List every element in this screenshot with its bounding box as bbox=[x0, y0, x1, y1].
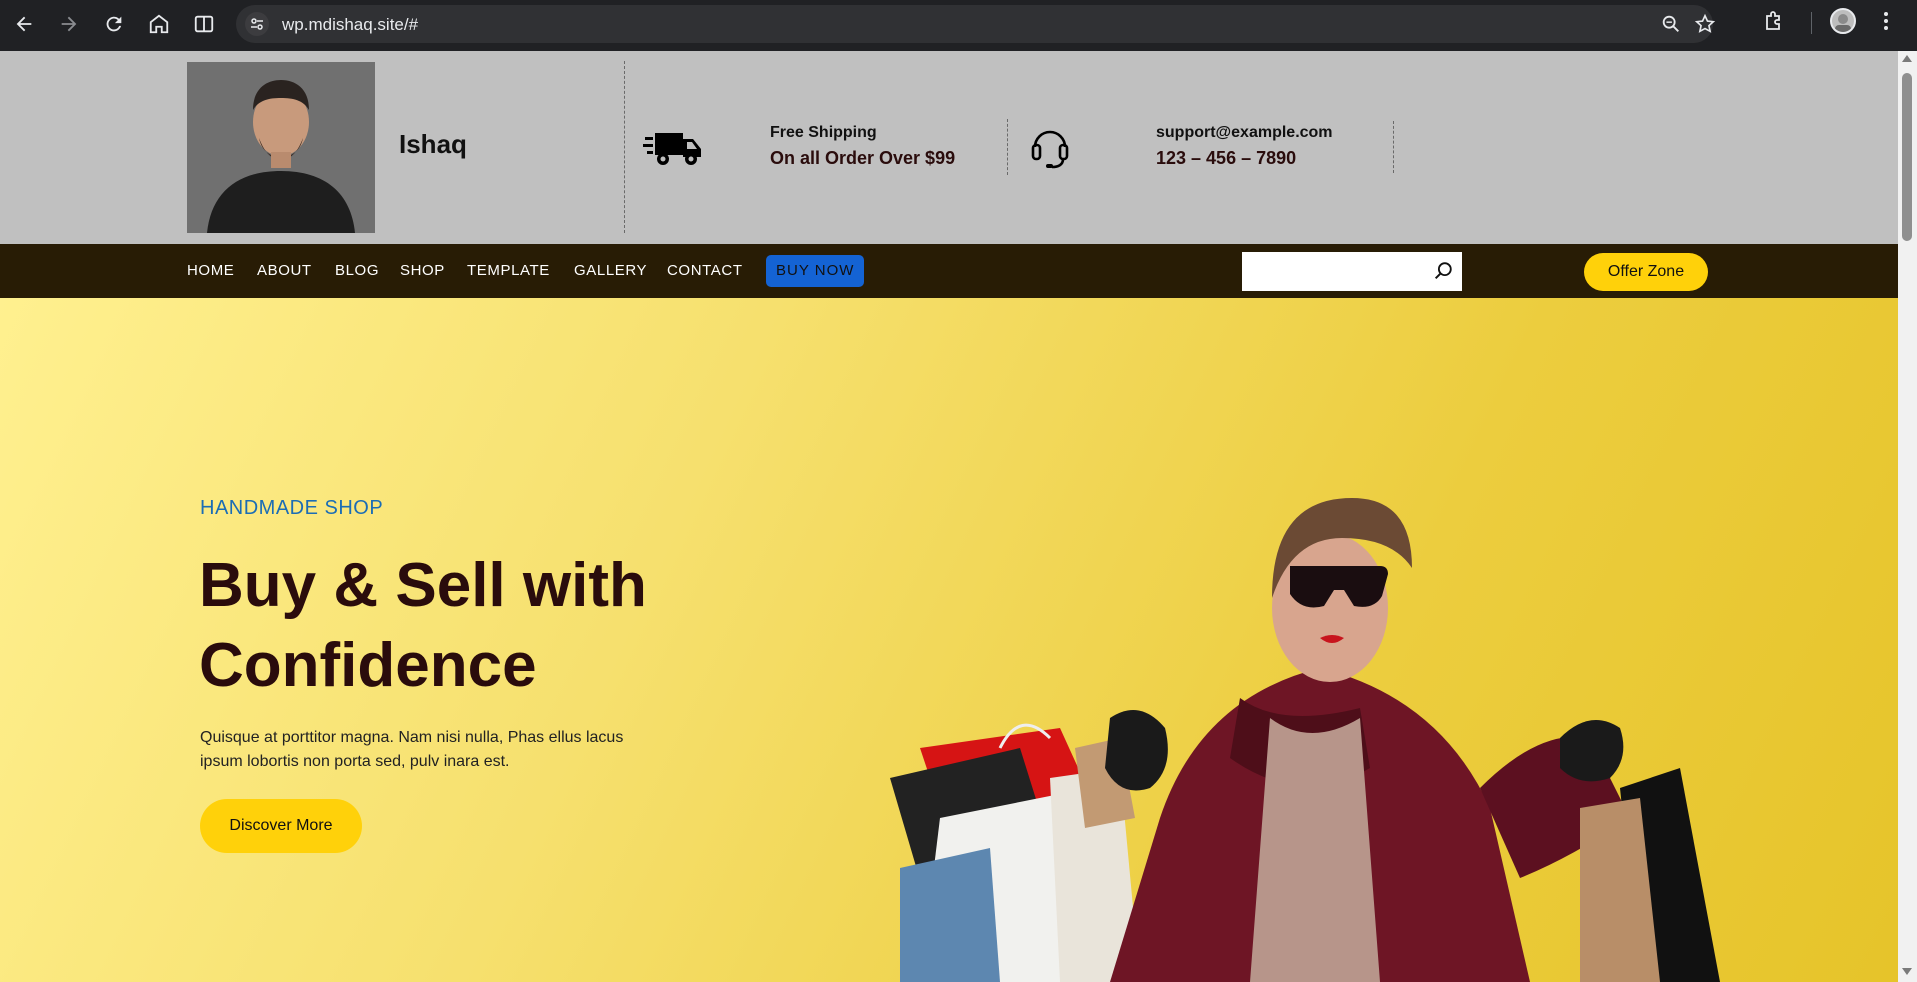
nav-blog[interactable]: BLOG bbox=[335, 262, 379, 279]
search-box bbox=[1242, 252, 1462, 291]
divider-line bbox=[1007, 119, 1008, 175]
reload-icon[interactable] bbox=[99, 9, 129, 39]
support-phone[interactable]: 123 – 456 – 7890 bbox=[1156, 148, 1296, 169]
hero-paragraph: Quisque at porttitor magna. Nam nisi nul… bbox=[200, 729, 624, 770]
search-input[interactable] bbox=[1248, 258, 1418, 284]
profile-avatar[interactable] bbox=[1830, 8, 1856, 34]
shopping-woman-image bbox=[880, 488, 1898, 982]
hero-kicker: HANDMADE SHOP bbox=[200, 497, 384, 519]
nav-home[interactable]: HOME bbox=[187, 262, 234, 279]
forward-icon[interactable] bbox=[54, 9, 84, 39]
search-icon[interactable] bbox=[1432, 260, 1454, 287]
nav-contact[interactable]: CONTACT bbox=[667, 262, 743, 279]
shipping-subtitle: On all Order Over $99 bbox=[770, 148, 956, 168]
zoom-icon[interactable] bbox=[1660, 13, 1682, 40]
divider-line bbox=[1393, 121, 1394, 173]
scroll-thumb[interactable] bbox=[1902, 73, 1912, 241]
home-icon[interactable] bbox=[144, 9, 174, 39]
nav-gallery[interactable]: GALLERY bbox=[574, 262, 647, 279]
toolbar-divider bbox=[1811, 12, 1812, 34]
brand-name[interactable]: Ishaq bbox=[399, 129, 467, 160]
extensions-icon[interactable] bbox=[1762, 9, 1786, 38]
address-bar[interactable]: wp.mdishaq.site/# bbox=[236, 5, 1716, 43]
support-email[interactable]: support@example.com bbox=[1156, 124, 1333, 142]
hero-section: HANDMADE SHOP Buy & Sell with Confidence… bbox=[0, 298, 1898, 982]
nav-template[interactable]: TEMPLATE bbox=[467, 262, 550, 279]
shipping-title: Free Shipping bbox=[770, 124, 877, 141]
site-info-icon[interactable] bbox=[245, 12, 269, 36]
buy-now-button[interactable]: BUY NOW bbox=[766, 255, 865, 287]
scroll-down-arrow[interactable] bbox=[1902, 968, 1912, 975]
profile-photo bbox=[187, 62, 375, 233]
back-icon[interactable] bbox=[9, 9, 39, 39]
hero-headline: Buy & Sell with Confidence bbox=[199, 551, 647, 700]
truck-icon bbox=[643, 127, 703, 174]
discover-more-button[interactable]: Discover More bbox=[200, 799, 362, 853]
star-icon[interactable] bbox=[1694, 13, 1716, 40]
offer-zone-button[interactable]: Offer Zone bbox=[1584, 253, 1708, 291]
divider-line bbox=[624, 61, 625, 233]
reading-mode-icon[interactable] bbox=[189, 9, 219, 39]
site-header: Ishaq Free Shipping On all Order Over $9… bbox=[0, 51, 1898, 244]
main-nav: HOME ABOUT BLOG SHOP TEMPLATE GALLERY CO… bbox=[0, 244, 1898, 298]
nav-about[interactable]: ABOUT bbox=[257, 262, 312, 279]
more-menu-icon[interactable] bbox=[1876, 9, 1896, 38]
page-scrollbar[interactable] bbox=[1898, 51, 1917, 982]
nav-shop[interactable]: SHOP bbox=[400, 262, 445, 279]
scroll-up-arrow[interactable] bbox=[1902, 55, 1912, 62]
url-text[interactable]: wp.mdishaq.site/# bbox=[282, 15, 418, 35]
browser-toolbar: wp.mdishaq.site/# bbox=[0, 0, 1917, 51]
headset-icon bbox=[1031, 125, 1069, 174]
